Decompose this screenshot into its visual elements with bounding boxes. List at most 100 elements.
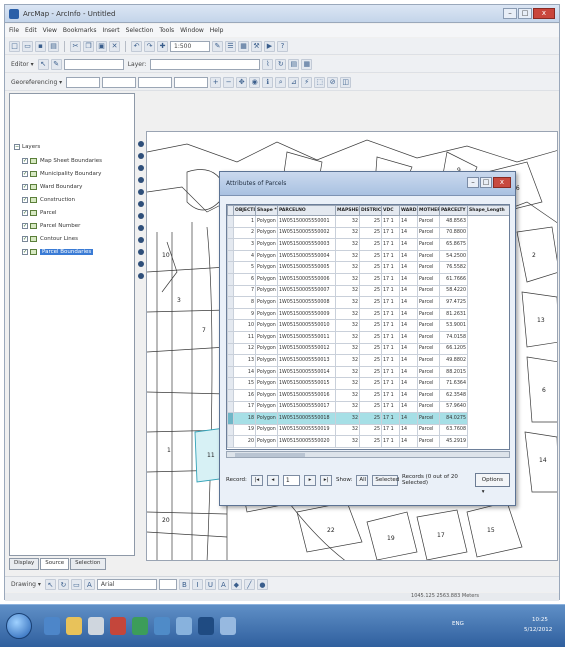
toc-icon[interactable]: ☰ (225, 40, 236, 52)
maximize-button[interactable]: □ (518, 8, 532, 19)
table-cell[interactable]: 25 (359, 365, 382, 379)
table-cell[interactable]: 97.4725 (439, 296, 468, 309)
table-cell[interactable]: 25 (359, 400, 382, 414)
line-color-icon[interactable]: ╱ (243, 579, 255, 590)
table-cell[interactable]: 17 1 (381, 388, 400, 402)
table-row[interactable]: 1 Polygon 1W05150005550001 32 25 17 1 14 Parcel… (227, 215, 510, 228)
clock-date[interactable]: 5/12/2012 (524, 627, 552, 633)
table-cell[interactable]: 6 (233, 272, 256, 286)
table-cell[interactable]: Parcel (417, 284, 440, 298)
toc-layer[interactable]: ✓ Ward Boundary (22, 182, 82, 192)
tab-display[interactable]: Display (9, 558, 40, 570)
table-cell[interactable]: 1W05150005550012 (277, 342, 336, 356)
table-cell[interactable]: 66.1205 (439, 342, 468, 356)
table-cell[interactable]: Parcel (417, 377, 440, 390)
clear-selection-icon[interactable]: ⊘ (327, 76, 339, 88)
identify-tool-icon[interactable] (137, 225, 144, 231)
copy-icon[interactable]: ❐ (83, 40, 94, 52)
table-cell[interactable]: 32 (335, 330, 360, 344)
toc-root-layers[interactable]: − Layers (14, 142, 40, 152)
table-cell[interactable]: 32 (335, 249, 360, 263)
table-cell[interactable]: Polygon (255, 249, 278, 263)
table-cell[interactable]: Parcel (417, 319, 440, 332)
table-cell[interactable]: Polygon (255, 238, 278, 251)
table-cell[interactable]: Parcel (417, 330, 440, 344)
table-cell[interactable]: 65.8675 (439, 238, 468, 251)
sketch-properties-icon[interactable]: ▦ (301, 58, 313, 70)
table-cell[interactable]: 74.0158 (439, 330, 468, 344)
column-header[interactable]: Shape * (255, 205, 278, 216)
table-cell[interactable]: Parcel (417, 435, 440, 448)
column-header[interactable]: PARCELTY (439, 205, 468, 216)
table-cell[interactable]: Polygon (255, 261, 278, 274)
layer-visibility-checkbox[interactable]: ✓ (22, 184, 28, 190)
table-cell[interactable]: 15 (233, 377, 256, 390)
time-slider-icon[interactable] (137, 273, 144, 279)
table-cell[interactable]: 70.8800 (439, 226, 468, 240)
table-cell[interactable]: 17 1 (381, 365, 400, 379)
table-cell[interactable]: 1W05150005550006 (277, 272, 336, 286)
media-player-icon[interactable] (88, 617, 104, 635)
table-cell[interactable]: 1W05150005550003 (277, 238, 336, 251)
table-row[interactable]: 14 Polygon 1W05150005550014 32 25 17 1 14 Parce… (227, 365, 510, 379)
table-cell[interactable]: 17 1 (381, 249, 400, 263)
table-cell[interactable]: Polygon (255, 319, 278, 332)
layer-visibility-checkbox[interactable]: ✓ (22, 210, 28, 216)
table-cell[interactable]: 1 (233, 215, 256, 228)
table-cell[interactable]: Polygon (255, 377, 278, 390)
table-row[interactable]: 12 Polygon 1W05150005550012 32 25 17 1 14 Parce… (227, 342, 510, 356)
table-cell[interactable]: 2 (233, 226, 256, 240)
table-cell[interactable]: 14 (399, 423, 418, 437)
table-cell[interactable]: 1W05150005550011 (277, 330, 336, 344)
firefox-icon[interactable] (110, 617, 126, 635)
menu-file[interactable]: File (9, 27, 19, 34)
table-row[interactable]: 8 Polygon 1W05150005550008 32 25 17 1 14 Parcel… (227, 296, 510, 309)
split-icon[interactable]: ⌇ (262, 58, 274, 70)
table-cell[interactable]: Polygon (255, 215, 278, 228)
table-cell[interactable]: 17 1 (381, 377, 400, 390)
table-cell[interactable]: 1W05150005550008 (277, 296, 336, 309)
table-cell[interactable]: 1W05150005550002 (277, 226, 336, 240)
print-icon[interactable]: ▤ (48, 40, 59, 52)
tab-selection[interactable]: Selection (70, 558, 106, 570)
table-cell[interactable]: 1W05150005550020 (277, 435, 336, 448)
table-cell[interactable]: Polygon (255, 435, 278, 448)
table-cell[interactable]: 17 1 (381, 307, 400, 321)
table-row[interactable]: 4 Polygon 1W05150005550004 32 25 17 1 14 Parcel… (227, 249, 510, 263)
table-row[interactable]: 6 Polygon 1W05150005550006 32 25 17 1 14 Parcel… (227, 272, 510, 286)
table-cell[interactable]: 5 (233, 261, 256, 274)
table-cell[interactable]: 57.9640 (439, 400, 468, 414)
table-cell[interactable]: 32 (335, 226, 360, 240)
table-cell[interactable]: 17 1 (381, 226, 400, 240)
table-cell[interactable]: 16 (233, 388, 256, 402)
table-cell[interactable]: 14 (399, 272, 418, 286)
table-cell[interactable]: 9 (233, 307, 256, 321)
globe-icon[interactable] (137, 177, 144, 183)
table-cell[interactable]: 14 (233, 365, 256, 379)
toc-layer[interactable]: ✓ Parcel (22, 208, 57, 218)
table-cell[interactable]: 14 (399, 365, 418, 379)
table-cell[interactable]: Polygon (255, 272, 278, 286)
table-cell[interactable]: Parcel (417, 388, 440, 402)
table-cell[interactable]: 17 1 (381, 284, 400, 298)
table-cell[interactable]: 17 1 (381, 296, 400, 309)
table-cell[interactable]: Parcel (417, 215, 440, 228)
table-cell[interactable]: 12 (233, 342, 256, 356)
sketch-tool-icon[interactable]: ✎ (50, 58, 62, 70)
show-all-button[interactable]: All (356, 474, 369, 486)
table-cell[interactable]: 25 (359, 423, 382, 437)
toc-layer[interactable]: ✓ Municipality Boundary (22, 169, 101, 179)
table-cell[interactable]: 17 1 (381, 400, 400, 414)
table-cell[interactable]: 32 (335, 319, 360, 332)
find-icon[interactable]: ⌕ (275, 76, 287, 88)
dialog-maximize-button[interactable]: □ (480, 177, 492, 188)
language-indicator[interactable]: ENG (452, 621, 464, 627)
table-cell[interactable]: 32 (335, 238, 360, 251)
table-cell[interactable]: 1W05150005550019 (277, 423, 336, 437)
table-cell[interactable]: 25 (359, 388, 382, 402)
table-cell[interactable]: 8 (233, 296, 256, 309)
table-cell[interactable]: 25 (359, 296, 382, 309)
table-cell[interactable]: 10 (233, 319, 256, 332)
last-record-button[interactable]: ▸| (320, 474, 333, 486)
table-cell[interactable]: 13 (233, 354, 256, 367)
